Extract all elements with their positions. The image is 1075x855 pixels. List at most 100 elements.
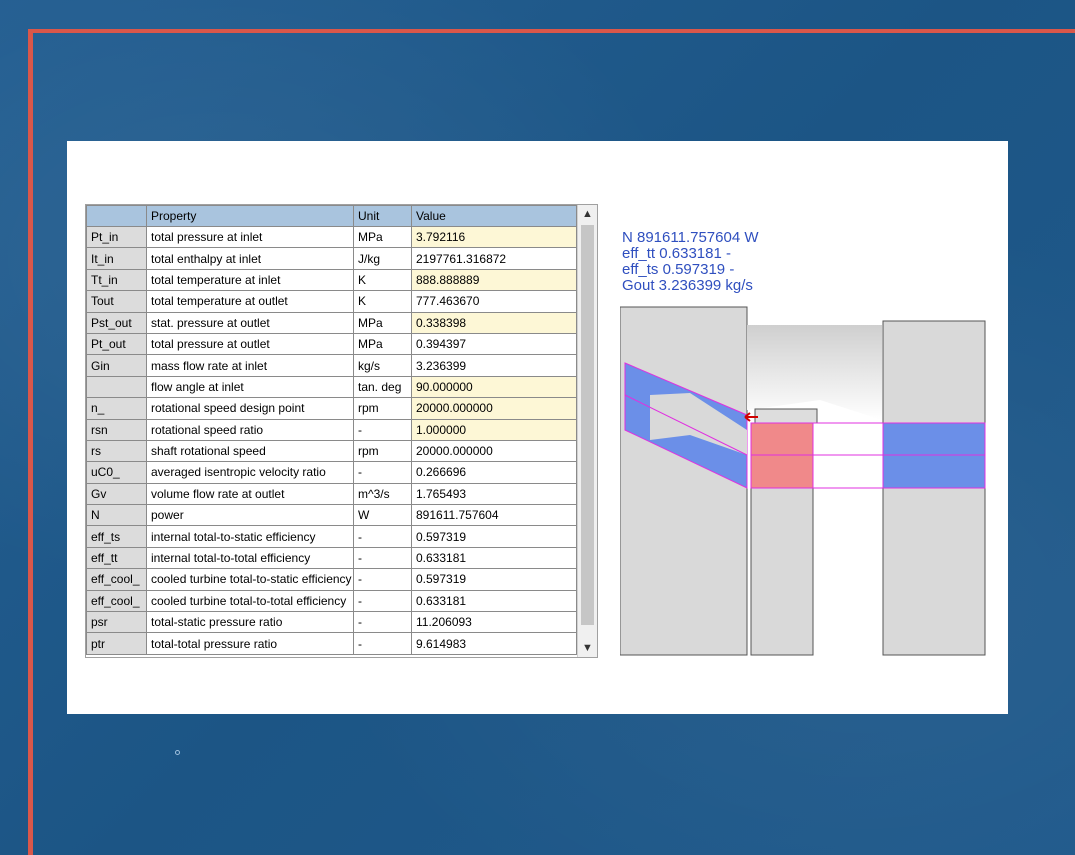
row-property: total-static pressure ratio <box>146 611 354 634</box>
row-value[interactable]: 0.338398 <box>411 311 577 334</box>
row-unit: W <box>353 504 412 527</box>
table-row[interactable]: rs shaft rotational speed rpm 20000.000000 <box>86 439 577 463</box>
row-value[interactable]: 0.597319 <box>411 525 577 548</box>
frame-left-line <box>28 29 33 855</box>
table-row[interactable]: eff_ts internal total-to-static efficienc… <box>86 525 577 548</box>
row-property: rotational speed design point <box>146 397 354 420</box>
row-value[interactable]: 0.266696 <box>411 461 577 484</box>
results-summary: N 891611.757604 W eff_tt 0.633181 - eff_… <box>622 230 759 294</box>
row-unit: - <box>353 546 412 570</box>
row-property: flow angle at inlet <box>146 375 354 399</box>
scroll-down-icon[interactable]: ▼ <box>578 639 597 657</box>
row-unit: - <box>353 461 412 484</box>
table-row[interactable]: Pt_out total pressure at outlet MPa 0.39439… <box>86 332 577 356</box>
table-row[interactable]: Pt_in total pressure at inlet MPa 3.792116 <box>86 225 577 249</box>
row-name: It_in <box>86 247 147 270</box>
row-value[interactable]: 888.888889 <box>411 268 577 292</box>
row-property: internal total-to-total efficiency <box>146 546 354 570</box>
row-name: Tout <box>86 290 147 313</box>
row-name: eff_cool_ <box>86 589 147 613</box>
table-row[interactable]: Npower W 891611.757604 <box>86 504 577 527</box>
scroll-thumb[interactable] <box>581 225 594 625</box>
row-name: Pt_out <box>86 332 147 356</box>
row-value[interactable]: 3.792116 <box>411 225 577 249</box>
table-row[interactable]: eff_cool_ cooled turbine total-to-static … <box>86 568 577 591</box>
turbine-stage-diagram <box>620 306 986 656</box>
table-body: Pt_in total pressure at inlet MPa 3.792116 I… <box>86 225 577 655</box>
table-row[interactable]: Gv volume flow rate at outlet m^3/s 1.76549… <box>86 482 577 506</box>
vertical-scrollbar[interactable]: ▲ ▼ <box>577 205 597 657</box>
row-property: mass flow rate at inlet <box>146 354 354 377</box>
row-value[interactable]: 11.206093 <box>411 611 577 634</box>
row-name: psr <box>86 611 147 634</box>
table-row[interactable]: eff_tt internal total-to-total efficiency… <box>86 546 577 570</box>
table-row[interactable]: eff_cool_ cooled turbine total-to-total e… <box>86 589 577 613</box>
row-property: stat. pressure at outlet <box>146 311 354 334</box>
row-name: eff_tt <box>86 546 147 570</box>
table-row[interactable]: Gin mass flow rate at inlet kg/s 3.236399 <box>86 354 577 377</box>
row-name <box>86 375 147 399</box>
table-row[interactable]: n_ rotational speed design point rpm 20000.… <box>86 397 577 420</box>
header-unit[interactable]: Unit <box>353 205 412 227</box>
row-unit: MPa <box>353 225 412 249</box>
table-row[interactable]: uC0_ averaged isentropic velocity ratio -0… <box>86 461 577 484</box>
row-unit: tan. deg <box>353 375 412 399</box>
row-name: rsn <box>86 418 147 441</box>
row-unit: J/kg <box>353 247 412 270</box>
row-value[interactable]: 20000.000000 <box>411 397 577 420</box>
row-unit: K <box>353 268 412 292</box>
row-value[interactable]: 1.765493 <box>411 482 577 506</box>
row-value[interactable]: 777.463670 <box>411 290 577 313</box>
table-row[interactable]: It_in total enthalpy at inlet J/kg 2197761.… <box>86 247 577 270</box>
small-dot <box>175 750 180 755</box>
row-property: cooled turbine total-to-total efficiency <box>146 589 354 613</box>
row-value[interactable]: 3.236399 <box>411 354 577 377</box>
row-name: ptr <box>86 632 147 655</box>
table-row[interactable]: Tt_in total temperature at inlet K 888.8888… <box>86 268 577 292</box>
header-value[interactable]: Value <box>411 205 577 227</box>
row-unit: rpm <box>353 439 412 463</box>
row-unit: rpm <box>353 397 412 420</box>
row-name: Pst_out <box>86 311 147 334</box>
row-unit: MPa <box>353 332 412 356</box>
row-property: cooled turbine total-to-static efficienc… <box>146 568 354 591</box>
row-value[interactable]: 0.633181 <box>411 546 577 570</box>
row-value[interactable]: 90.000000 <box>411 375 577 399</box>
row-unit: m^3/s <box>353 482 412 506</box>
row-property: total temperature at inlet <box>146 268 354 292</box>
row-property: volume flow rate at outlet <box>146 482 354 506</box>
row-name: Gv <box>86 482 147 506</box>
table-row[interactable]: flow angle at inlet tan. deg 90.000000 <box>86 375 577 399</box>
row-value[interactable]: 9.614983 <box>411 632 577 655</box>
scroll-up-icon[interactable]: ▲ <box>578 205 597 223</box>
row-value[interactable]: 0.633181 <box>411 589 577 613</box>
table-header-row: Property Unit Value <box>86 205 577 227</box>
table-row[interactable]: psr total-static pressure ratio -11.206093 <box>86 611 577 634</box>
table-row[interactable]: Pst_out stat. pressure at outlet MPa 0.3383… <box>86 311 577 334</box>
result-eff-tt: eff_tt 0.633181 - <box>622 245 731 262</box>
table-row[interactable]: Tout total temperature at outlet K 777.4636… <box>86 290 577 313</box>
rotor-tip <box>754 408 818 424</box>
property-table-container[interactable]: Property Unit Value Pt_in total pressure … <box>85 204 598 658</box>
table-row[interactable]: rsn rotational speed ratio -1.000000 <box>86 418 577 441</box>
result-gout: Gout 3.236399 kg/s <box>622 277 753 294</box>
row-value[interactable]: 1.000000 <box>411 418 577 441</box>
row-name: eff_cool_ <box>86 568 147 591</box>
row-value[interactable]: 0.597319 <box>411 568 577 591</box>
stator-block <box>620 306 748 656</box>
row-value[interactable]: 891611.757604 <box>411 504 577 527</box>
row-unit: - <box>353 525 412 548</box>
row-name: Gin <box>86 354 147 377</box>
row-value[interactable]: 2197761.316872 <box>411 247 577 270</box>
row-property: power <box>146 504 354 527</box>
row-value[interactable]: 20000.000000 <box>411 439 577 463</box>
row-unit: K <box>353 290 412 313</box>
row-name: n_ <box>86 397 147 420</box>
row-value[interactable]: 0.394397 <box>411 332 577 356</box>
table-row[interactable]: ptr total-total pressure ratio -9.614983 <box>86 632 577 655</box>
row-property: total pressure at outlet <box>146 332 354 356</box>
row-property: total pressure at inlet <box>146 225 354 249</box>
result-eff-ts: eff_ts 0.597319 - <box>622 261 735 278</box>
row-property: total enthalpy at inlet <box>146 247 354 270</box>
header-property[interactable]: Property <box>146 205 354 227</box>
